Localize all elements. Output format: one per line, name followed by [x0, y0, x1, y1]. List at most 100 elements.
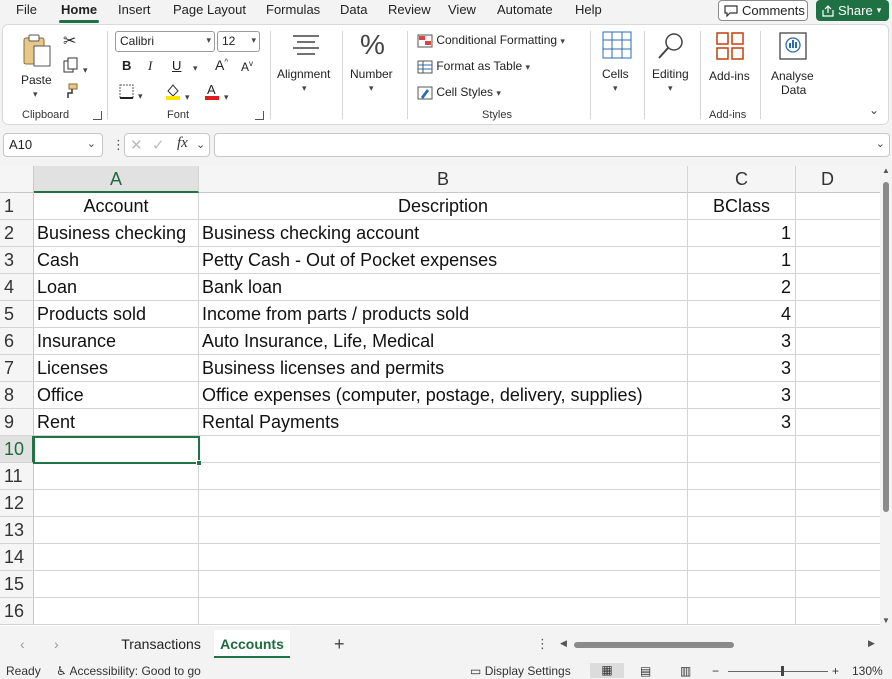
table-cell[interactable] — [199, 517, 688, 544]
table-cell[interactable]: 2 — [688, 274, 796, 301]
table-cell[interactable] — [199, 598, 688, 625]
menu-page-layout[interactable]: Page Layout — [173, 2, 246, 17]
number-button[interactable]: % Number ▾ — [347, 29, 401, 101]
table-cell[interactable] — [34, 517, 199, 544]
scroll-up-icon[interactable]: ▲ — [882, 166, 890, 175]
normal-view-icon[interactable]: ▦ — [590, 663, 624, 678]
table-cell[interactable]: Cash — [34, 247, 199, 274]
table-cell[interactable] — [796, 490, 880, 517]
column-header-c[interactable]: C — [688, 166, 796, 193]
header-cell[interactable] — [796, 193, 880, 220]
table-cell[interactable] — [796, 544, 880, 571]
table-cell[interactable]: Business checking — [34, 220, 199, 247]
table-cell[interactable]: Income from parts / products sold — [199, 301, 688, 328]
row-header-1[interactable]: 1 — [0, 193, 34, 220]
table-cell[interactable]: Products sold — [34, 301, 199, 328]
table-cell[interactable] — [34, 463, 199, 490]
table-cell[interactable] — [34, 598, 199, 625]
table-cell[interactable]: Loan — [34, 274, 199, 301]
table-cell[interactable]: 4 — [688, 301, 796, 328]
scroll-left-icon[interactable]: ◀ — [560, 638, 567, 649]
table-cell[interactable] — [199, 463, 688, 490]
more-options-icon[interactable]: ⋮ — [536, 636, 549, 652]
menu-review[interactable]: Review — [388, 2, 431, 17]
row-header-2[interactable]: 2 — [0, 220, 34, 247]
paste-button[interactable]: Paste ▾ — [17, 31, 57, 99]
table-cell[interactable]: 3 — [688, 328, 796, 355]
row-header-14[interactable]: 14 — [0, 544, 34, 571]
font-color-button[interactable]: A ▾ — [204, 82, 229, 103]
table-cell[interactable] — [796, 247, 880, 274]
column-header-a[interactable]: A — [34, 166, 199, 193]
table-cell[interactable] — [796, 517, 880, 544]
table-cell[interactable]: Petty Cash - Out of Pocket expenses — [199, 247, 688, 274]
header-cell[interactable]: Account — [34, 193, 199, 220]
header-cell[interactable]: BClass — [688, 193, 796, 220]
sheet-tab-transactions[interactable]: Transactions — [110, 630, 212, 658]
formula-input[interactable]: ⌄ — [214, 133, 890, 157]
table-cell[interactable]: Office expenses (computer, postage, deli… — [199, 382, 688, 409]
horizontal-scroll-thumb[interactable] — [574, 642, 734, 648]
table-cell[interactable] — [796, 436, 880, 463]
table-cell[interactable]: 1 — [688, 247, 796, 274]
vertical-scrollbar[interactable]: ▲ ▼ — [880, 166, 892, 626]
table-cell[interactable] — [796, 409, 880, 436]
table-cell[interactable]: 1 — [688, 220, 796, 247]
conditional-formatting-button[interactable]: Conditional Formatting ▾ — [417, 33, 565, 48]
cancel-icon[interactable]: ✕ — [130, 136, 143, 154]
header-cell[interactable]: Description — [199, 193, 688, 220]
table-cell[interactable] — [796, 301, 880, 328]
row-header-10[interactable]: 10 — [0, 436, 34, 463]
row-header-9[interactable]: 9 — [0, 409, 34, 436]
table-cell[interactable] — [199, 490, 688, 517]
menu-automate[interactable]: Automate — [497, 2, 553, 17]
table-cell[interactable] — [34, 490, 199, 517]
table-cell[interactable] — [688, 436, 796, 463]
vertical-scroll-thumb[interactable] — [883, 182, 889, 512]
borders-button[interactable]: ▾ — [119, 84, 143, 102]
clipboard-launcher-icon[interactable] — [93, 111, 102, 120]
fill-color-button[interactable]: ▾ — [165, 83, 190, 103]
row-header-8[interactable]: 8 — [0, 382, 34, 409]
table-cell[interactable]: Insurance — [34, 328, 199, 355]
zoom-level[interactable]: 130% — [852, 664, 883, 678]
table-cell[interactable]: 3 — [688, 409, 796, 436]
menu-view[interactable]: View — [448, 2, 476, 17]
font-launcher-icon[interactable] — [255, 111, 264, 120]
cell-styles-button[interactable]: Cell Styles ▾ — [417, 85, 501, 100]
column-header-b[interactable]: B — [199, 166, 688, 193]
table-cell[interactable]: Auto Insurance, Life, Medical — [199, 328, 688, 355]
table-cell[interactable] — [688, 517, 796, 544]
format-as-table-button[interactable]: Format as Table ▾ — [417, 59, 530, 74]
zoom-slider[interactable] — [728, 666, 828, 676]
add-sheet-icon[interactable]: + — [334, 634, 345, 655]
zoom-out-icon[interactable]: − — [712, 664, 719, 678]
table-cell[interactable]: Office — [34, 382, 199, 409]
table-cell[interactable] — [688, 544, 796, 571]
table-cell[interactable] — [796, 598, 880, 625]
row-header-5[interactable]: 5 — [0, 301, 34, 328]
row-header-15[interactable]: 15 — [0, 571, 34, 598]
table-cell[interactable] — [796, 571, 880, 598]
ribbon-collapse-icon[interactable]: ⌄ — [869, 103, 879, 117]
name-box[interactable]: A10 ⌄ — [3, 133, 103, 157]
cut-icon[interactable]: ✂ — [63, 31, 76, 51]
copy-button[interactable]: ▾ — [63, 57, 88, 76]
table-cell[interactable] — [199, 571, 688, 598]
alignment-button[interactable]: Alignment ▾ — [275, 31, 337, 101]
column-header-d[interactable]: D — [796, 166, 880, 193]
menu-home[interactable]: Home — [61, 2, 97, 17]
font-name-select[interactable]: Calibri ▾ — [115, 31, 215, 52]
select-all-corner[interactable] — [0, 166, 34, 193]
accessibility-status[interactable]: ♿ Accessibility: Good to go — [56, 664, 201, 678]
display-settings-button[interactable]: ▭ Display Settings — [470, 664, 571, 678]
table-cell[interactable]: Rental Payments — [199, 409, 688, 436]
table-cell[interactable] — [796, 220, 880, 247]
table-cell[interactable] — [199, 436, 688, 463]
sheet-tab-accounts[interactable]: Accounts — [214, 630, 290, 658]
add-ins-button[interactable]: Add-ins — [705, 31, 755, 101]
table-cell[interactable] — [796, 328, 880, 355]
row-header-7[interactable]: 7 — [0, 355, 34, 382]
format-painter-button[interactable] — [63, 83, 79, 102]
insert-function-button[interactable]: fx — [177, 135, 188, 152]
